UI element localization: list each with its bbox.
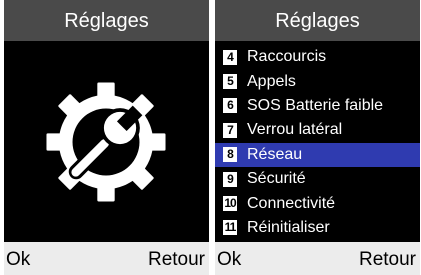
menu-number-badge: 9 xyxy=(223,171,237,187)
menu-number-badge: 7 xyxy=(223,122,237,138)
settings-wrench-gear-icon xyxy=(46,82,166,202)
menu-item-label: SOS Batterie faible xyxy=(247,96,384,114)
ok-softkey[interactable]: Ok xyxy=(217,249,241,271)
ok-softkey[interactable]: Ok xyxy=(6,249,30,271)
menu-item-label: Verrou latéral xyxy=(247,121,343,139)
softkey-bar: Ok Retour xyxy=(215,242,420,275)
menu-item[interactable]: 11 Réinitialiser xyxy=(215,216,420,240)
screen-title: Réglages xyxy=(215,0,420,41)
menu-item-label: Raccourcis xyxy=(247,48,327,66)
menu-item-label: Réinitialiser xyxy=(247,218,330,236)
screen-title: Réglages xyxy=(4,0,209,41)
menu-item-label: Appels xyxy=(247,72,296,90)
menu-item[interactable]: 5 Appels xyxy=(215,69,420,93)
menu-item-label: Connectivité xyxy=(247,194,336,212)
menu-item[interactable]: 10 Connectivité xyxy=(215,191,420,215)
menu-number-badge: 5 xyxy=(223,74,237,90)
settings-menu-screen: Réglages 4 Raccourcis 5 Appels 6 SOS Batterie… xyxy=(215,0,420,275)
menu-item[interactable]: 4 Raccourcis xyxy=(215,45,420,69)
back-softkey[interactable]: Retour xyxy=(359,249,416,271)
settings-icon-screen: Réglages Ok Retour xyxy=(4,0,209,275)
menu-number-badge: 8 xyxy=(223,147,237,163)
menu-item[interactable]: 7 Verrou latéral xyxy=(215,118,420,142)
settings-menu-list: 4 Raccourcis 5 Appels 6 SOS Batterie faible 7 V… xyxy=(215,45,420,240)
back-softkey[interactable]: Retour xyxy=(148,249,205,271)
menu-item-label: Sécurité xyxy=(247,170,306,188)
menu-item-label: Réseau xyxy=(247,145,303,163)
menu-number-badge: 10 xyxy=(223,196,237,212)
menu-item[interactable]: 8 Réseau xyxy=(215,142,420,167)
menu-number-badge: 4 xyxy=(223,49,237,65)
menu-number-badge: 6 xyxy=(223,98,237,114)
menu-item[interactable]: 6 SOS Batterie faible xyxy=(215,94,420,118)
menu-item[interactable]: 9 Sécurité xyxy=(215,167,420,191)
softkey-bar: Ok Retour xyxy=(4,242,209,275)
menu-number-badge: 11 xyxy=(223,220,237,236)
